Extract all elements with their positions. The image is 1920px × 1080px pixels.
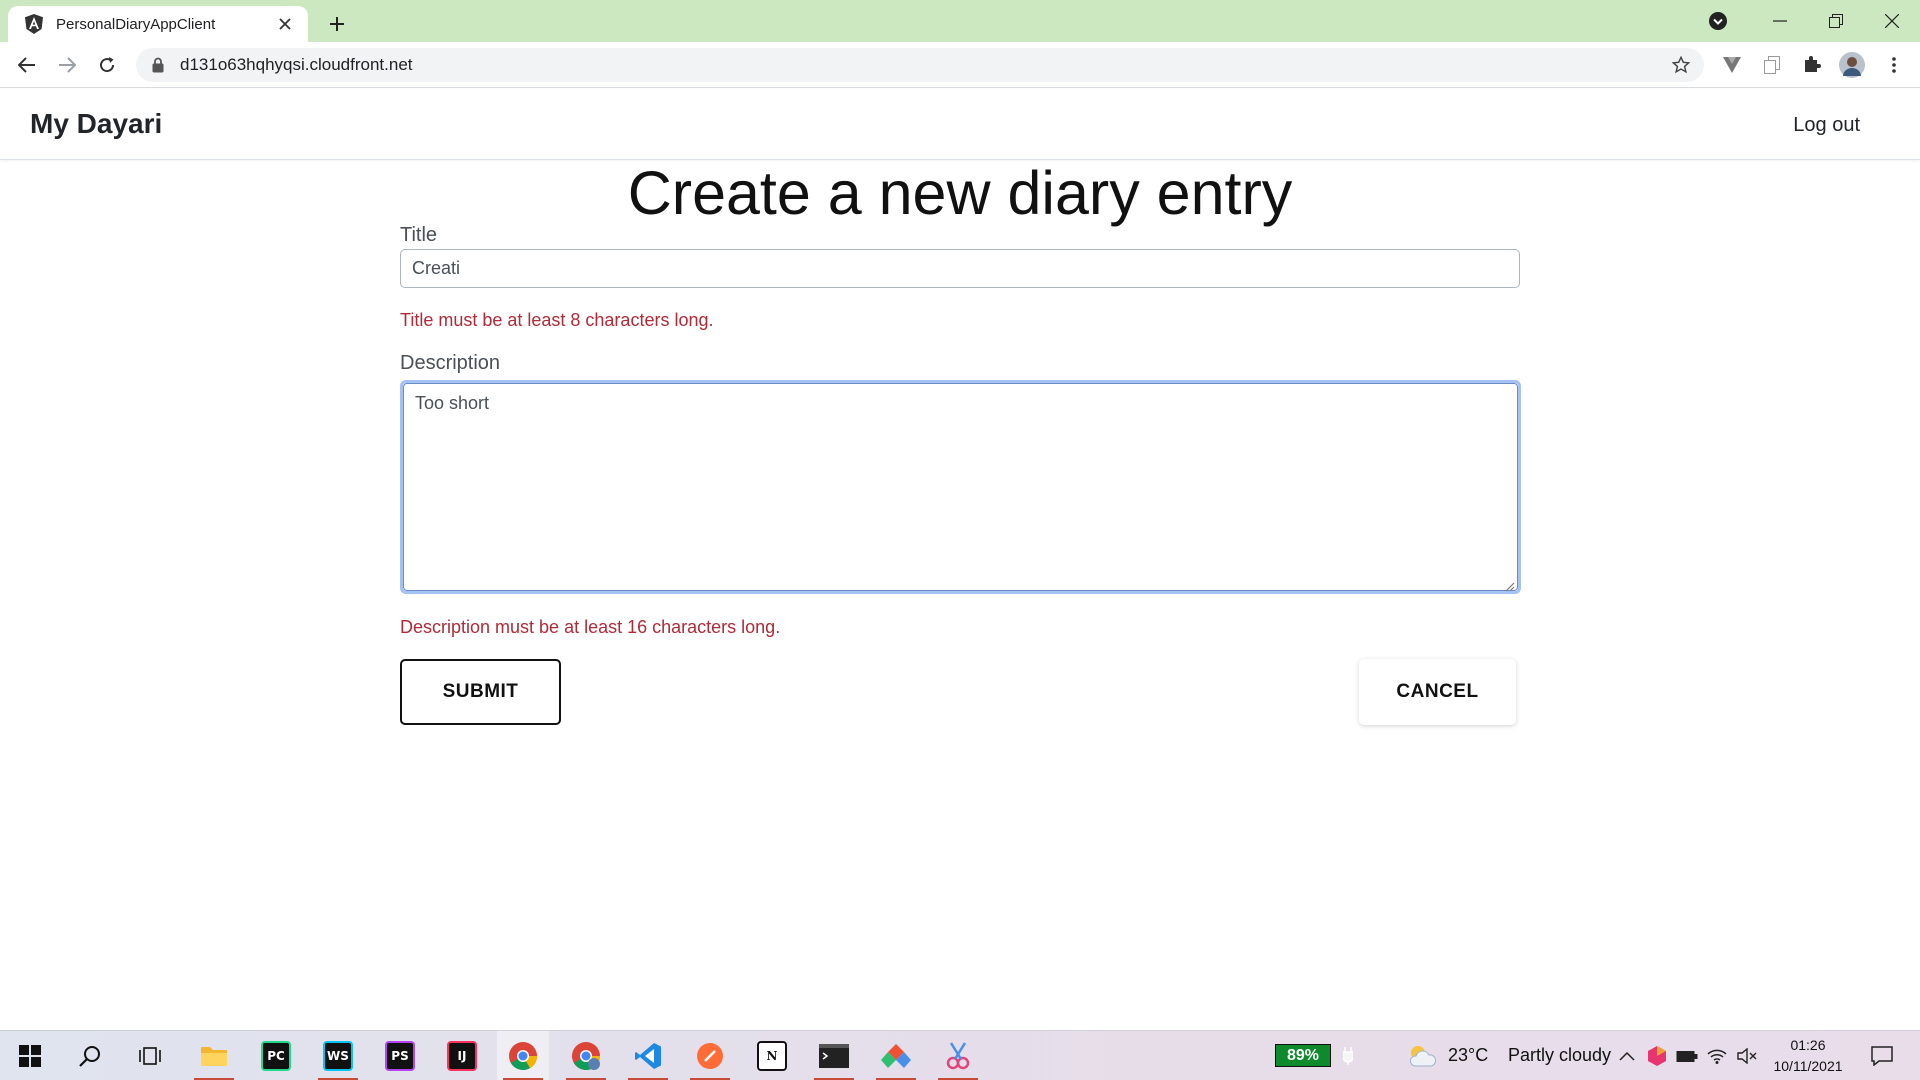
forward-icon[interactable]: [51, 49, 83, 81]
close-window-icon[interactable]: [1864, 0, 1920, 42]
chrome-profile-icon[interactable]: [560, 1031, 612, 1080]
url-text: d131o63hqhyqsi.cloudfront.net: [180, 55, 413, 74]
minimize-icon[interactable]: [1752, 0, 1808, 42]
speaker-muted-icon[interactable]: [1732, 1031, 1762, 1080]
notifications-icon[interactable]: [1856, 1031, 1908, 1080]
wifi-icon[interactable]: [1702, 1031, 1732, 1080]
windows-taskbar: PC WS PS IJ N 89% 23°C Partly cloudy 01:…: [0, 1030, 1920, 1080]
weather-temperature[interactable]: 23°C: [1448, 1045, 1488, 1066]
battery-tray-icon[interactable]: [1672, 1031, 1702, 1080]
app-navbar: My Dayari Log out: [0, 89, 1920, 160]
chrome-icon[interactable]: [497, 1031, 549, 1080]
vscode-icon[interactable]: [622, 1031, 674, 1080]
logout-link[interactable]: Log out: [1793, 114, 1860, 137]
description-error: Description must be at least 16 characte…: [400, 617, 781, 637]
copy-extension-icon[interactable]: [1758, 51, 1786, 79]
file-explorer-icon[interactable]: [188, 1031, 240, 1080]
angular-icon: [24, 14, 44, 34]
intellij-icon[interactable]: IJ: [436, 1031, 488, 1080]
page-title: Create a new diary entry: [627, 159, 1293, 227]
notion-icon[interactable]: N: [746, 1031, 798, 1080]
terminal-icon[interactable]: [808, 1031, 860, 1080]
weather-icon[interactable]: [1402, 1031, 1442, 1080]
description-textarea-value: Too short: [415, 393, 490, 413]
restore-icon[interactable]: [1808, 0, 1864, 42]
browser-tab[interactable]: PersonalDiaryAppClient: [8, 6, 308, 42]
description-label: Description: [400, 352, 501, 374]
task-view-icon[interactable]: [124, 1031, 176, 1080]
extensions-puzzle-icon[interactable]: [1798, 51, 1826, 79]
clock-time: 01:26: [1790, 1037, 1826, 1053]
address-bar[interactable]: d131o63hqhyqsi.cloudfront.net: [136, 48, 1704, 82]
submit-button[interactable]: SUBMIT: [400, 659, 561, 725]
app-brand[interactable]: My Dayari: [30, 108, 162, 140]
bookmark-star-icon[interactable]: [1664, 48, 1698, 82]
tab-title: PersonalDiaryAppClient: [56, 15, 216, 33]
more-menu-icon[interactable]: [1880, 51, 1908, 79]
start-icon[interactable]: [4, 1031, 56, 1080]
reload-icon[interactable]: [91, 49, 123, 81]
postman-icon[interactable]: [684, 1031, 736, 1080]
sourcetree-icon[interactable]: [870, 1031, 922, 1080]
pycharm-icon[interactable]: PC: [250, 1031, 302, 1080]
browser-tab-strip: PersonalDiaryAppClient: [0, 0, 1920, 42]
phpstorm-icon[interactable]: PS: [374, 1031, 426, 1080]
webstorm-icon[interactable]: WS: [312, 1031, 364, 1080]
back-icon[interactable]: [11, 49, 43, 81]
clock-date: 10/11/2021: [1773, 1058, 1843, 1074]
office-tray-icon[interactable]: [1642, 1031, 1672, 1080]
charging-plug-icon: [1334, 1031, 1362, 1080]
close-tab-icon[interactable]: [274, 13, 296, 35]
title-input-value: Creati: [412, 258, 461, 278]
weather-description[interactable]: Partly cloudy: [1508, 1045, 1611, 1066]
description-textarea[interactable]: Too short: [400, 380, 1521, 594]
chevron-up-icon[interactable]: [1612, 1031, 1642, 1080]
system-clock[interactable]: 01:26 10/11/2021: [1764, 1035, 1852, 1077]
title-label: Title: [400, 224, 438, 246]
title-error: Title must be at least 8 characters long…: [400, 310, 714, 330]
snipping-tool-icon[interactable]: [932, 1031, 984, 1080]
lock-icon: [152, 57, 166, 73]
vuetify-extension-icon[interactable]: [1718, 51, 1746, 79]
resize-grip-icon[interactable]: [1503, 576, 1515, 592]
tab-search-icon[interactable]: [1698, 0, 1738, 42]
battery-indicator[interactable]: 89%: [1275, 1044, 1331, 1067]
new-tab-button[interactable]: [322, 9, 352, 39]
title-input[interactable]: Creati: [400, 249, 1520, 288]
browser-toolbar: d131o63hqhyqsi.cloudfront.net: [0, 42, 1920, 88]
cancel-button[interactable]: CANCEL: [1359, 659, 1516, 725]
profile-avatar[interactable]: [1838, 51, 1866, 79]
search-icon[interactable]: [64, 1031, 116, 1080]
